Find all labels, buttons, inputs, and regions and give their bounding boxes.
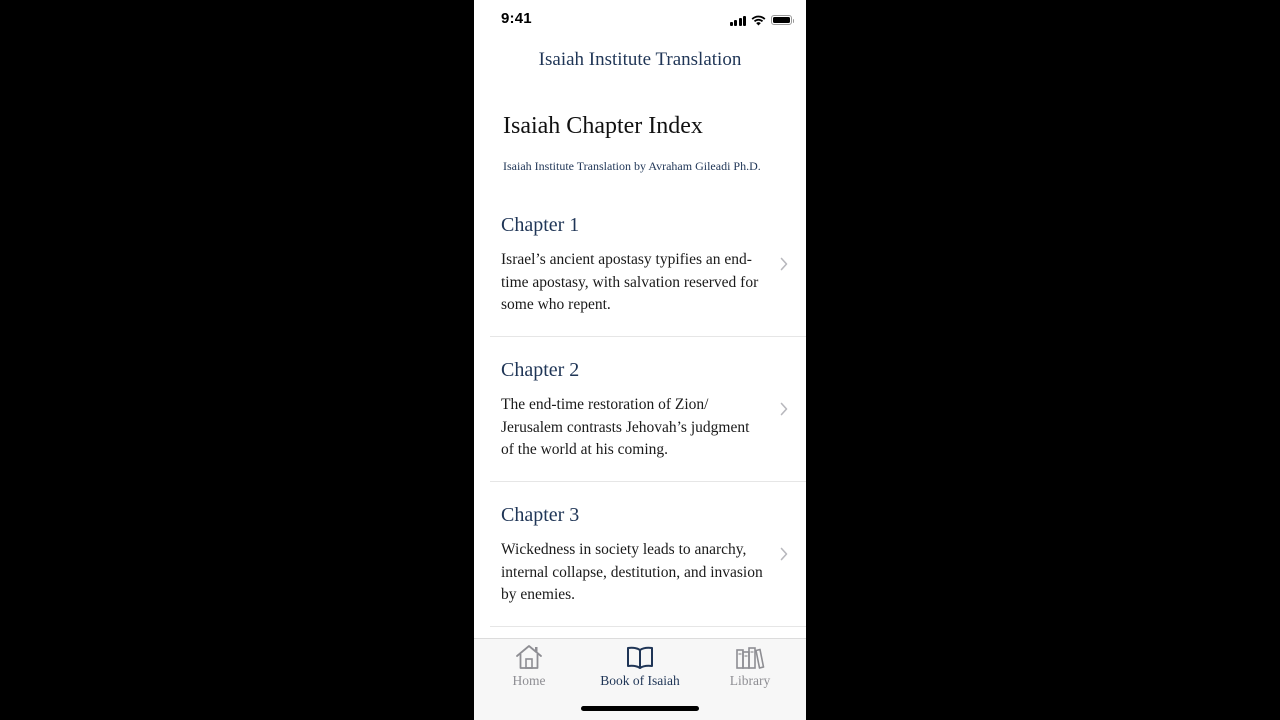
status-icons	[729, 13, 794, 27]
chevron-right-icon	[780, 547, 788, 561]
cellular-signal-icon	[729, 15, 746, 26]
tab-book-of-isaiah[interactable]: Book of Isaiah	[592, 643, 688, 689]
chapter-title: Chapter 2	[501, 359, 580, 381]
chevron-right-icon	[780, 402, 788, 416]
chapter-row-3[interactable]: Chapter 3 Wickedness in society leads to…	[490, 482, 806, 627]
tab-home[interactable]: Home	[503, 643, 555, 689]
chapter-row-2[interactable]: Chapter 2 The end-time restoration of Zi…	[490, 337, 806, 482]
battery-icon	[771, 15, 794, 25]
home-icon	[516, 645, 542, 669]
home-indicator	[581, 706, 699, 711]
nav-title: Isaiah Institute Translation	[538, 49, 742, 70]
chapter-description: Wickedness in society leads to anarchy, …	[501, 541, 763, 603]
library-books-icon	[736, 647, 765, 669]
page-title: Isaiah Chapter Index	[503, 113, 703, 139]
page-subtitle: Isaiah Institute Translation by Avraham …	[503, 159, 761, 173]
tab-label: Book of Isaiah	[600, 673, 680, 688]
status-bar: 9:41	[474, 0, 806, 40]
tab-label: Library	[729, 673, 771, 688]
chapter-row-1[interactable]: Chapter 1 Israel’s ancient apostasy typi…	[490, 192, 806, 337]
chapter-title: Chapter 1	[501, 214, 580, 236]
chapter-description: Israel’s ancient apostasy typifies an en…	[501, 251, 759, 313]
chapter-title: Chapter 3	[501, 504, 580, 526]
chevron-right-icon	[780, 257, 788, 271]
wifi-icon	[751, 15, 766, 25]
phone-screen: 9:41 Isaiah Institute Translation Isaiah…	[474, 0, 806, 720]
chapter-description: The end-time restoration of Zion/ Jerusa…	[501, 396, 750, 458]
open-book-icon	[627, 646, 653, 669]
status-time: 9:41	[501, 10, 532, 27]
chapter-list: Chapter 1 Israel’s ancient apostasy typi…	[490, 192, 806, 627]
tab-label: Home	[512, 673, 546, 688]
tab-library[interactable]: Library	[722, 643, 778, 689]
